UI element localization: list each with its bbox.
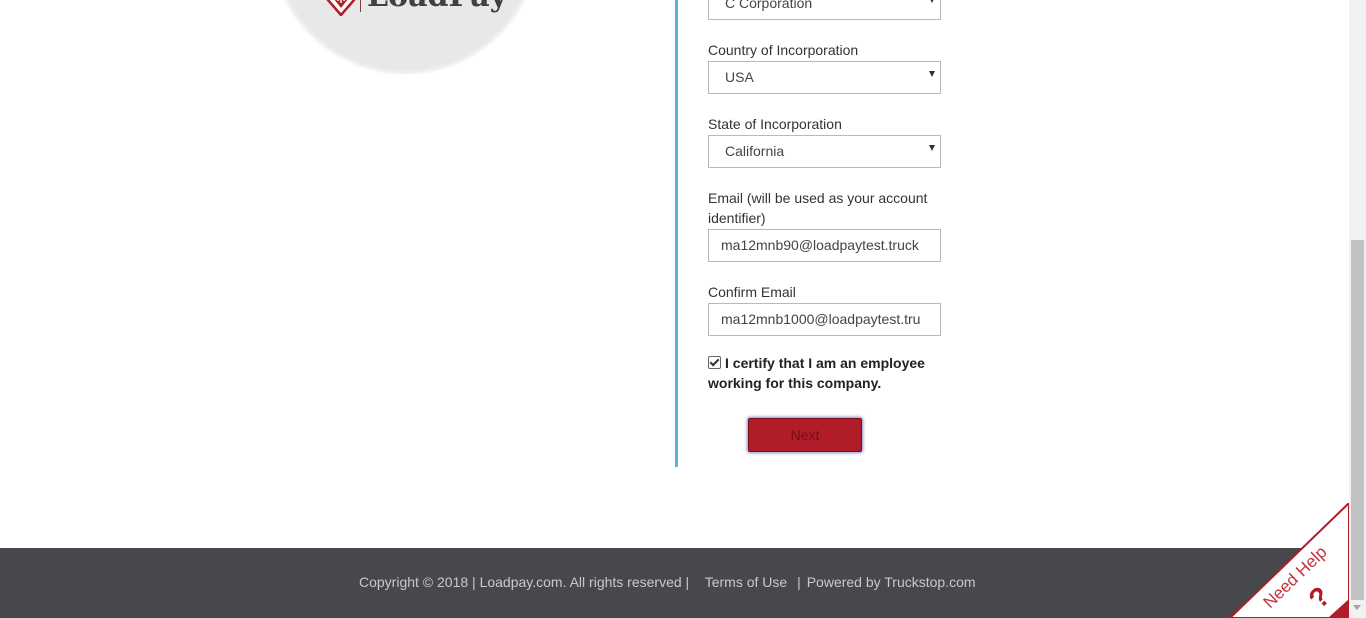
country-label: Country of Incorporation [708, 42, 859, 58]
state-select[interactable]: California [708, 135, 941, 168]
section-divider [675, 0, 678, 467]
shield-logo-icon [326, 0, 356, 16]
certify-text: I certify that I am an employee working … [708, 355, 925, 391]
state-value: California [725, 143, 785, 159]
email-field[interactable]: ma12mnb90@loadpaytest.truck [708, 229, 941, 262]
footer-copyright: Copyright © 2018 | Loadpay.com. All righ… [359, 574, 690, 590]
company-type-select[interactable]: C Corporation [708, 0, 941, 20]
scrollbar-thumb[interactable] [1351, 240, 1364, 600]
company-type-value: C Corporation [725, 0, 813, 11]
confirm-email-field[interactable]: ma12mnb1000@loadpaytest.tru [708, 303, 941, 336]
country-select[interactable]: USA [708, 61, 941, 94]
need-help-tab[interactable]: Need Help ? [1230, 503, 1349, 618]
state-label: State of Incorporation [708, 116, 842, 132]
certify-checkbox[interactable] [708, 356, 721, 369]
chevron-down-icon [929, 71, 935, 77]
logo-text: LoadPay [367, 0, 507, 12]
confirm-email-value: ma12mnb1000@loadpaytest.tru [721, 311, 921, 327]
confirm-email-label: Confirm Email [708, 284, 796, 300]
country-value: USA [725, 69, 754, 85]
powered-by-link[interactable]: Powered by Truckstop.com [807, 574, 976, 590]
next-button[interactable]: Next [748, 418, 862, 452]
certify-row: I certify that I am an employee working … [708, 353, 943, 393]
footer-separator: | [797, 574, 801, 590]
terms-of-use-link[interactable]: Terms of Use [705, 574, 787, 590]
logo: LoadPay [326, 0, 507, 16]
footer-line: Copyright © 2018 | Loadpay.com. All righ… [359, 574, 976, 590]
next-button-label: Next [790, 427, 820, 443]
footer: Copyright © 2018 | Loadpay.com. All righ… [0, 548, 1349, 618]
email-label: Email (will be used as your account iden… [708, 190, 928, 226]
scroll-down-arrow-icon[interactable] [1353, 605, 1361, 610]
chevron-down-icon [929, 0, 935, 3]
chevron-down-icon [929, 145, 935, 151]
logo-divider [360, 0, 361, 12]
email-value: ma12mnb90@loadpaytest.truck [721, 237, 919, 253]
